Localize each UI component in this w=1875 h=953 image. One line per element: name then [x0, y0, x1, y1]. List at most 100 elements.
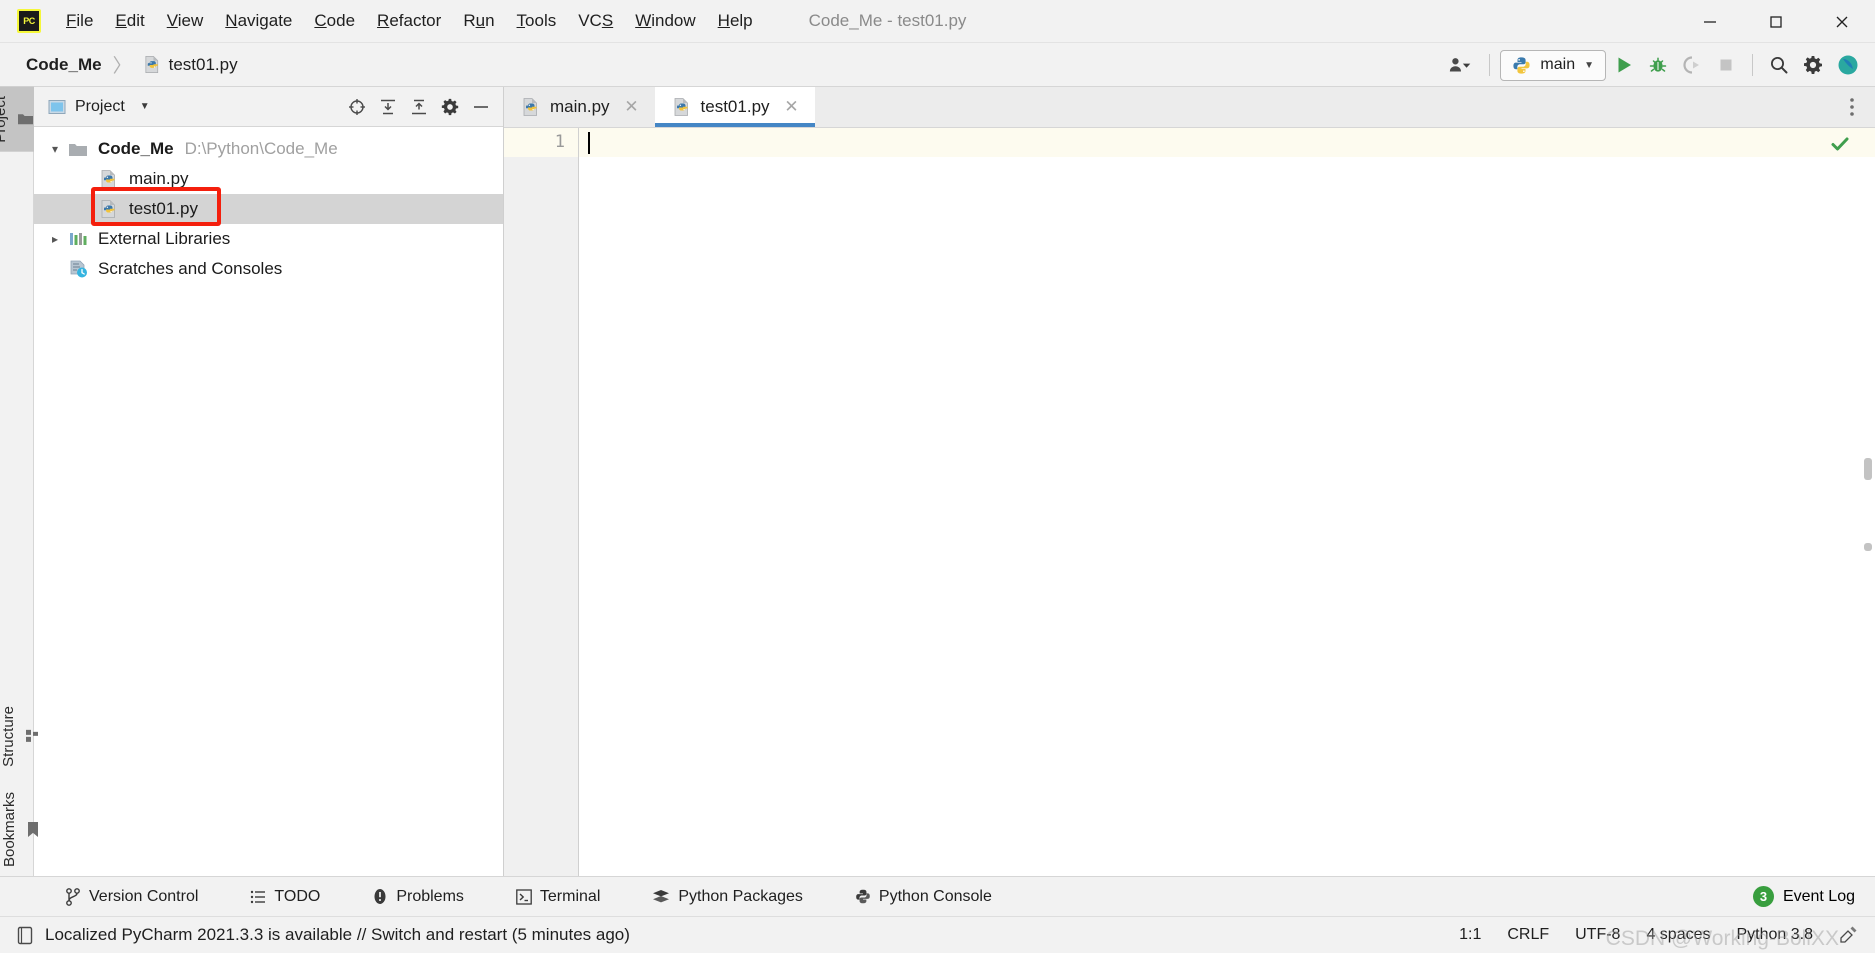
python-file-icon [97, 169, 121, 189]
status-message-text: Localized PyCharm 2021.3.3 is available … [45, 925, 630, 944]
bottom-label-problems: Problems [396, 887, 464, 905]
menu-navigate[interactable]: Navigate [214, 7, 303, 35]
event-log-label: Event Log [1782, 887, 1855, 905]
chevron-down-icon: ▼ [1584, 59, 1594, 71]
folder-icon [17, 112, 34, 127]
maximize-button[interactable] [1743, 0, 1809, 43]
python-file-icon [672, 97, 692, 117]
tab-close-test01-py[interactable]: ✕ [783, 97, 801, 117]
toolbar-divider [1489, 54, 1491, 76]
python-interpreter[interactable]: Python 3.8 [1737, 926, 1814, 944]
project-view-icon [48, 99, 66, 115]
tab-label-main-py: main.py [550, 97, 610, 116]
menu-bar: PC FFileile Edit View Navigate Code Refa… [0, 0, 1875, 43]
code-line-1[interactable] [579, 128, 1875, 157]
minimize-button[interactable] [1677, 0, 1743, 43]
sidebar-label-project: Project [0, 96, 9, 143]
event-log-button[interactable]: 3 Event Log [1752, 886, 1855, 907]
hide-panel-icon[interactable] [467, 93, 495, 121]
tree-node-scratches-and-consoles[interactable]: Scratches and Consoles [34, 254, 503, 284]
indent-setting[interactable]: 4 spaces [1646, 926, 1710, 944]
menu-vcs[interactable]: VCS [567, 7, 624, 35]
editor-area: main.py ✕ test01.py ✕ 1 [504, 87, 1875, 876]
main-body: Project Structure Bookmarks Project ▼ ▾ … [0, 87, 1875, 876]
gear-icon[interactable] [436, 93, 464, 121]
inspection-status-icon[interactable] [1829, 133, 1851, 155]
chevron-right-icon[interactable]: ▸ [44, 232, 66, 246]
scrollbar-mark-1[interactable] [1864, 458, 1872, 480]
menu-code[interactable]: Code [303, 7, 366, 35]
menu-run[interactable]: Run [452, 7, 505, 35]
menu-help[interactable]: Help [707, 7, 764, 35]
bottom-item-terminal[interactable]: Terminal [503, 883, 613, 911]
scrollbar-mark-2[interactable] [1864, 543, 1872, 551]
tree-node-test01-py[interactable]: test01.py [34, 194, 503, 224]
gear-icon[interactable] [1797, 49, 1829, 81]
python-file-icon [521, 97, 541, 117]
tab-test01-py[interactable]: test01.py ✕ [654, 87, 815, 127]
bottom-tool-bar: Version Control TODO Problems Terminal P… [0, 876, 1875, 916]
tree-node-code-me[interactable]: ▾ Code_Me D:\Python\Code_Me [34, 134, 503, 164]
menu-window[interactable]: Window [624, 7, 706, 35]
libraries-icon [66, 230, 90, 248]
todo-list-icon [250, 889, 266, 905]
tab-close-main-py[interactable]: ✕ [623, 97, 641, 117]
more-options-icon[interactable] [1829, 87, 1875, 127]
bottom-item-version-control[interactable]: Version Control [52, 883, 211, 911]
breadcrumb-project[interactable]: Code_Me [22, 53, 106, 77]
bottom-item-problems[interactable]: Problems [359, 883, 477, 911]
menu-edit[interactable]: Edit [104, 7, 155, 35]
chevron-down-icon: ▼ [139, 101, 150, 112]
run-with-coverage-button[interactable] [1676, 49, 1708, 81]
packages-icon [652, 889, 670, 905]
project-panel-title[interactable]: Project ▼ [48, 98, 150, 116]
tree-label-external-libraries: External Libraries [98, 229, 231, 248]
navigation-bar: Code_Me 〉 test01.py main ▼ [0, 43, 1875, 87]
bottom-item-todo[interactable]: TODO [237, 883, 333, 911]
breadcrumb-separator: 〉 [112, 56, 132, 77]
terminal-icon [516, 888, 532, 905]
tree-node-external-libraries[interactable]: ▸ External Libraries [34, 224, 503, 254]
breadcrumb: Code_Me 〉 test01.py [22, 51, 242, 78]
tree-label-scratches-and-consoles: Scratches and Consoles [98, 259, 283, 278]
status-message[interactable]: Localized PyCharm 2021.3.3 is available … [17, 925, 630, 945]
user-account-icon[interactable] [1443, 49, 1479, 81]
close-button[interactable] [1809, 0, 1875, 43]
bottom-item-python-packages[interactable]: Python Packages [639, 883, 816, 911]
project-panel-title-label: Project [75, 97, 125, 115]
tree-node-main-py[interactable]: main.py [34, 164, 503, 194]
inspection-mode-icon[interactable] [1839, 925, 1859, 945]
search-icon[interactable] [1763, 49, 1795, 81]
scratches-icon [66, 259, 90, 279]
bottom-item-python-console[interactable]: Python Console [842, 883, 1005, 911]
debug-button[interactable] [1642, 49, 1674, 81]
stop-button[interactable] [1710, 49, 1742, 81]
file-encoding[interactable]: UTF-8 [1575, 926, 1620, 944]
project-tree: ▾ Code_Me D:\Python\Code_Me main.py test… [34, 127, 503, 876]
menu-view[interactable]: View [156, 7, 215, 35]
editor-gutter[interactable]: 1 [504, 128, 579, 876]
chevron-down-icon[interactable]: ▾ [44, 142, 66, 156]
expand-all-icon[interactable] [374, 93, 402, 121]
code-area[interactable] [579, 128, 1875, 876]
python-icon [1512, 56, 1531, 75]
menu-tools[interactable]: Tools [506, 7, 568, 35]
sidebar-item-project[interactable]: Project [0, 87, 34, 152]
tab-main-py[interactable]: main.py ✕ [504, 87, 655, 127]
run-button[interactable] [1608, 49, 1640, 81]
tab-label-test01-py: test01.py [700, 97, 770, 116]
collapse-all-icon[interactable] [405, 93, 433, 121]
breadcrumb-file[interactable]: test01.py [139, 53, 242, 77]
ide-updates-icon[interactable] [1831, 49, 1865, 81]
tree-label-test01-py: test01.py [129, 199, 198, 218]
caret-position[interactable]: 1:1 [1459, 926, 1481, 944]
menu-refactor[interactable]: Refactor [366, 7, 452, 35]
project-panel-header: Project ▼ [34, 87, 503, 127]
menu-file[interactable]: FFileile [55, 7, 104, 35]
run-configuration-selector[interactable]: main ▼ [1500, 49, 1606, 81]
select-opened-file-icon[interactable] [343, 93, 371, 121]
line-separator[interactable]: CRLF [1507, 926, 1549, 944]
python-file-icon [97, 199, 121, 219]
status-bar-right: 1:1 CRLF UTF-8 4 spaces Python 3.8 [1459, 925, 1859, 945]
project-panel-actions [343, 93, 495, 121]
